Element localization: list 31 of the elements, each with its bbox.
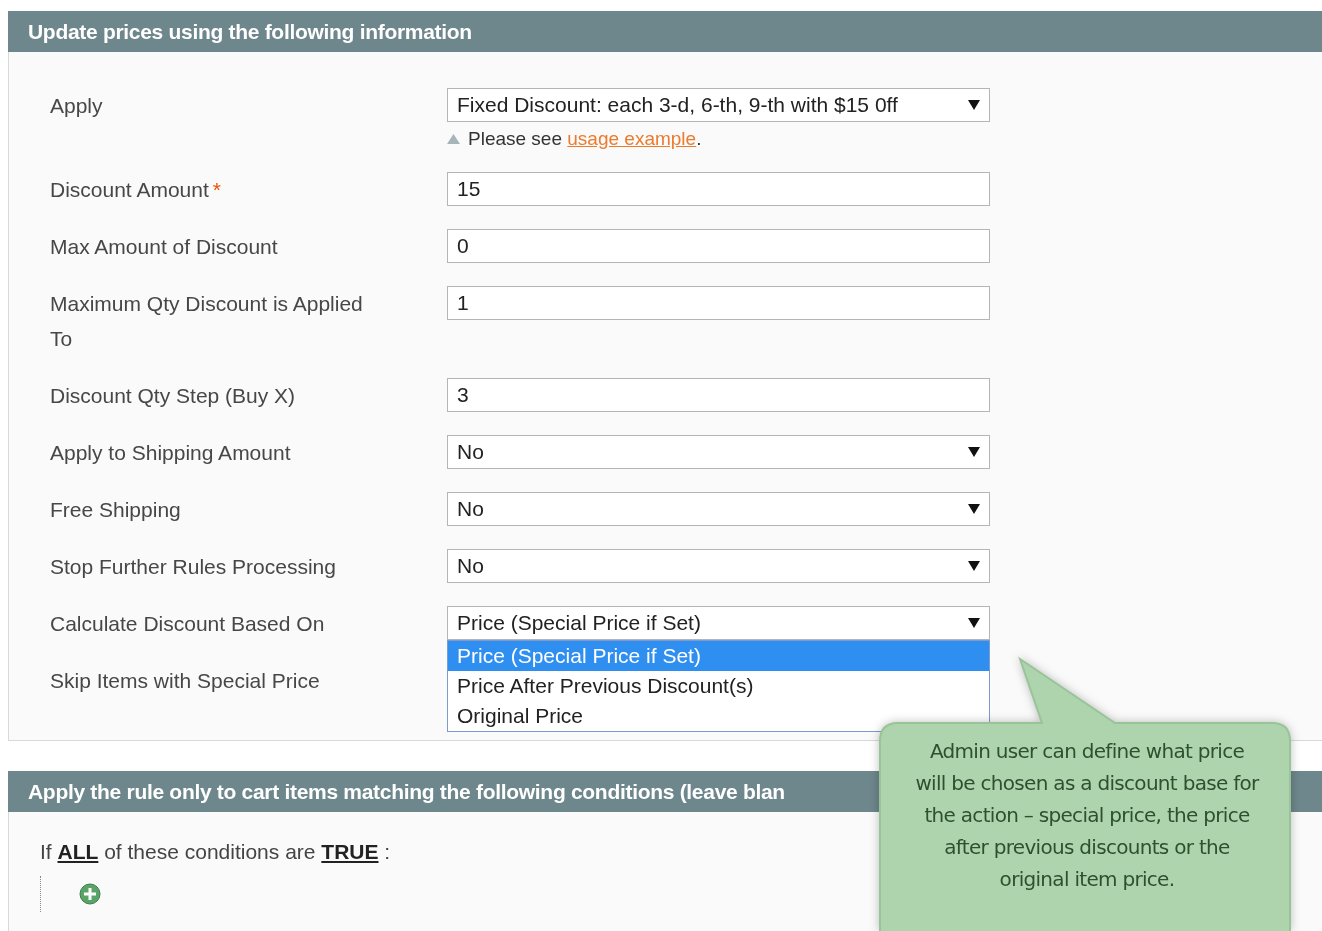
section-header: Update prices using the following information bbox=[8, 11, 1322, 52]
field-label: Maximum Qty Discount is Applied To bbox=[50, 291, 364, 352]
dropdown-arrow-icon bbox=[968, 100, 980, 110]
value-link[interactable]: TRUE bbox=[321, 840, 379, 863]
input-field[interactable]: 15 bbox=[447, 172, 990, 206]
field-label: Stop Further Rules Processing bbox=[50, 554, 337, 580]
add-icon[interactable] bbox=[79, 883, 101, 905]
input-field[interactable]: 1 bbox=[447, 286, 990, 320]
conditions-sentence: If ALL of these conditions are TRUE : bbox=[40, 839, 391, 864]
field-label: Apply bbox=[50, 93, 104, 119]
input-field[interactable]: 3 bbox=[447, 378, 990, 412]
aggregator-link[interactable]: ALL bbox=[57, 840, 99, 863]
triangle-icon bbox=[447, 134, 460, 144]
select-field[interactable]: Price (Special Price if Set) bbox=[447, 606, 990, 640]
dropdown-arrow-icon bbox=[968, 618, 980, 628]
select-field[interactable]: No bbox=[447, 549, 990, 583]
field-label: Skip Items with Special Price bbox=[50, 668, 321, 694]
field-label: Max Amount of Discount bbox=[50, 234, 279, 260]
select-field[interactable]: Fixed Discount: each 3-d, 6-th, 9-th with $15 0ff bbox=[447, 88, 990, 122]
field-label: Discount Qty Step (Buy X) bbox=[50, 383, 297, 409]
field-label: Discount Amount * bbox=[50, 177, 222, 203]
select-field[interactable]: No bbox=[447, 492, 990, 526]
field-label: Apply to Shipping Amount bbox=[50, 440, 292, 466]
select-field[interactable]: No bbox=[447, 435, 990, 469]
field-label: Free Shipping bbox=[50, 497, 182, 523]
field-label: Calculate Discount Based On bbox=[50, 611, 326, 637]
input-field[interactable]: 0 bbox=[447, 229, 990, 263]
hint-text: Please see usage example. bbox=[468, 128, 702, 150]
dropdown-arrow-icon bbox=[968, 561, 980, 571]
dropdown-arrow-icon bbox=[968, 447, 980, 457]
dropdown-arrow-icon bbox=[968, 504, 980, 514]
